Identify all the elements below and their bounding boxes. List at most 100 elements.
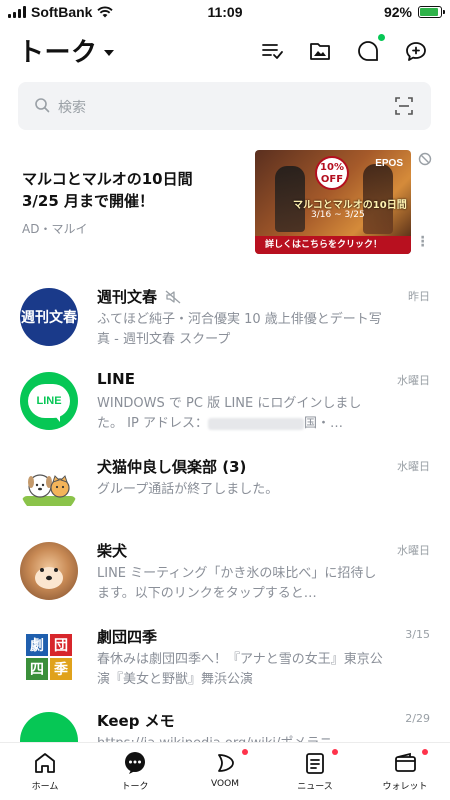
chat-time: 水曜日 [397,544,430,557]
redacted-ip [207,417,304,430]
shiki-logo-icon: 劇 団 四 季 [26,634,72,680]
nav-badge-dot [242,749,248,755]
chat-preview: ふてほど純子・河合優実 10 歳上俳優とデート写真 - 週刊文春 スクープ [97,312,382,347]
avatar: 劇 団 四 季 [20,628,78,686]
shiba-photo-icon [35,567,63,589]
chat-item-pets-club[interactable]: 犬猫仲良し倶楽部 (3) グループ通話が終了しました。 水曜日 [0,448,450,532]
talk-title-dropdown[interactable]: トーク [18,32,114,69]
nav-badge-dot [332,749,338,755]
chat-name: 週刊文春 [97,286,181,307]
folder-image-icon [310,43,330,60]
nav-voom[interactable]: VOOM [180,743,270,800]
new-chat-button[interactable] [402,37,430,65]
nav-badge-dot [422,749,428,755]
chat-item-keep[interactable]: Keep メモ https://ja.wikipedia.org/wiki/ポメ… [0,702,450,742]
chat-item-shiba[interactable]: 柴犬 LINE ミーティング「かき氷の味比べ」に招待します。以下のリンクをタップ… [0,532,450,616]
chat-name: 柴犬 [97,540,127,561]
chat-name-text: Keep メモ [97,712,175,730]
bottom-nav: ホーム トーク VOOM ニュース ウォレット [0,742,450,800]
chat-preview: LINE ミーティング「かき氷の味比べ」に招待します。以下のリンクをタップすると… [97,566,377,601]
chat-time: 水曜日 [397,460,430,473]
avatar [20,712,78,742]
chat-name: Keep メモ [97,710,175,731]
avatar [20,542,78,600]
nav-label: ホーム [31,782,59,792]
chat-name-text: 犬猫仲良し倶楽部 (3) [97,458,247,476]
ad-hide-icon[interactable] [418,152,432,166]
chat-name-text: 劇団四季 [97,628,158,646]
chat-name-text: 週刊文春 [97,288,158,306]
logo-char: 団 [50,634,72,656]
chat-name-text: 柴犬 [97,542,128,560]
nav-label: トーク [121,782,149,792]
chat-name-text: LINE [97,370,135,388]
chat-time: 水曜日 [397,374,430,387]
chat-item-line[interactable]: LINE LINE WINDOWS で PC 版 LINE にログインしました。… [0,362,450,446]
logo-char: 四 [26,658,48,680]
ad-banner-row[interactable]: マルコとマルオの10日間 3/25 月まで開催！ AD・マルイ 10% OFF … [0,148,450,258]
folder-button[interactable] [306,37,334,65]
status-time: 11:09 [207,4,243,20]
openchat-button[interactable] [354,34,385,65]
ad-discount-badge: 10% OFF [315,156,349,190]
ad-text-line2: 3/25 月まで開催！ [22,192,155,210]
nav-talk[interactable]: トーク [90,743,180,800]
chat-time: 3/15 [405,628,430,641]
chat-preview-text-2: 国・… [303,416,343,431]
dog-cat-icon [22,474,76,506]
ad-more-icon[interactable]: · · · [420,231,425,253]
nav-label: ウォレット [382,782,428,792]
openchat-icon [358,41,378,61]
mute-icon [165,290,181,303]
battery-icon [418,6,445,18]
status-right: 92% [383,4,445,20]
nav-news[interactable]: ニュース [270,743,360,800]
chat-name: 劇団四季 [97,626,157,647]
ad-brand: EPOS [375,158,403,169]
news-icon [306,753,324,774]
search-bar[interactable]: 検索 [18,82,431,130]
chat-name: LINE [97,370,135,388]
battery-percent: 92% [383,4,412,20]
add-chat-icon [406,42,426,61]
avatar: LINE [20,372,78,430]
avatar: 週刊文春 [20,288,78,346]
chat-preview: 春休みは劇団四季へ！『アナと雪の女王』東京公演『美女と野獣』舞浜公演 [97,652,383,687]
chat-preview: グループ通話が終了しました。 [97,482,279,497]
logo-char: 季 [50,658,72,680]
search-placeholder: 検索 [58,100,86,116]
ad-headline: マルコとマルオの10日間 [293,200,407,211]
ad-image[interactable]: 10% OFF EPOS マルコとマルオの10日間 3/16 ~ 3/25 詳し… [255,150,411,254]
line-logo-icon: LINE [28,384,70,422]
new-badge-dot [378,34,385,41]
ad-cta: 詳しくはこちらをクリック！ [255,236,411,254]
header: トーク [0,30,450,70]
chat-time: 2/29 [405,712,430,725]
scan-icon[interactable] [395,97,413,115]
edit-list-button[interactable] [258,37,286,65]
page-title: トーク [18,38,98,68]
chat-item-bunshun[interactable]: 週刊文春 週刊文春 ふてほど純子・河合優実 10 歳上俳優とデート写真 - 週刊… [0,278,450,362]
avatar [20,458,78,516]
ad-text-line1: マルコとマルオの10日間 [22,170,193,188]
chat-time: 昨日 [408,290,430,303]
ad-text: マルコとマルオの10日間 3/25 月まで開催！ [22,168,193,212]
checklist-icon [262,44,283,59]
chat-icon [125,752,145,774]
ad-label: AD・マルイ [22,222,88,236]
nav-wallet[interactable]: ウォレット [360,743,450,800]
chat-name: 犬猫仲良し倶楽部 (3) [97,456,246,477]
chat-preview: https://ja.wikipedia.org/wiki/ポメラニ… [97,734,387,742]
caret-down-icon [103,49,114,56]
chat-item-shiki[interactable]: 劇 団 四 季 劇団四季 春休みは劇団四季へ！『アナと雪の女王』東京公演『美女と… [0,618,450,702]
home-icon [35,753,55,773]
nav-home[interactable]: ホーム [0,743,90,800]
logo-char: 劇 [26,634,48,656]
wallet-icon [395,752,416,772]
chat-preview: WINDOWS で PC 版 LINE にログインしました。 IP アドレス：国… [97,394,387,434]
nav-label: VOOM [211,779,239,789]
status-bar: SoftBank 11:09 92% [0,0,450,24]
search-icon [35,98,50,113]
voom-icon [218,754,234,772]
nav-label: ニュース [297,782,333,792]
